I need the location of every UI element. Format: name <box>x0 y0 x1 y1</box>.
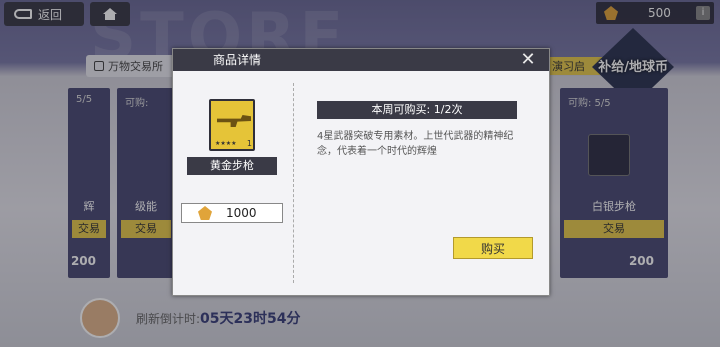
modal-title: 商品详情 <box>213 53 262 67</box>
item-level: 1 <box>246 139 252 148</box>
close-icon[interactable]: ✕ <box>517 49 539 71</box>
item-name: 黄金步枪 <box>187 157 277 175</box>
purchase-limit: 本周可购买: 1/2次 <box>317 101 517 119</box>
star-rating: ★★★★ <box>215 140 237 147</box>
buy-button[interactable]: 购买 <box>453 237 533 259</box>
divider <box>293 83 294 283</box>
item-icon: ★★★★ 1 <box>209 99 255 151</box>
item-price: 1000 <box>226 206 257 220</box>
product-detail-modal: 商品详情 ✕ ★★★★ 1 黄金步枪 1000 本周可购买: 1/2次 4星武器… <box>172 48 550 296</box>
item-description: 4星武器突破专用素材。上世代武器的精神纪念，代表着一个时代的辉煌 <box>317 131 514 157</box>
price-box: 1000 <box>181 203 283 223</box>
medal-icon <box>198 206 212 220</box>
modal-header: 商品详情 <box>173 49 549 71</box>
rifle-icon <box>217 115 251 127</box>
